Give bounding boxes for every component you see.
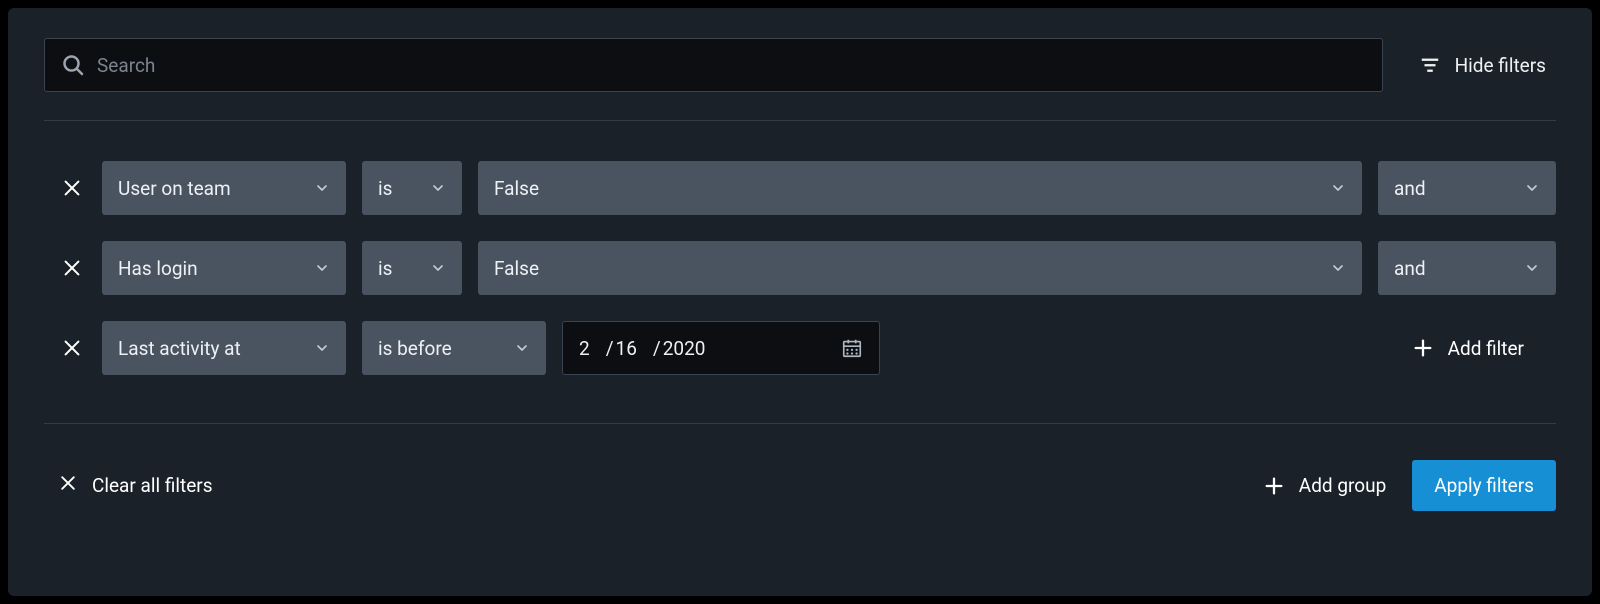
filter-join-select[interactable]: and [1378, 241, 1556, 295]
clear-all-filters-button[interactable]: Clear all filters [58, 473, 213, 498]
plus-icon [1412, 337, 1434, 359]
add-group-label: Add group [1299, 474, 1386, 497]
chevron-down-icon [314, 340, 330, 356]
filter-operator-select[interactable]: is [362, 241, 462, 295]
close-icon [61, 257, 83, 279]
chevron-down-icon [314, 180, 330, 196]
filter-value-label: False [494, 257, 539, 280]
filter-field-select[interactable]: Last activity at [102, 321, 346, 375]
hide-filters-button[interactable]: Hide filters [1419, 54, 1556, 77]
chevron-down-icon [514, 340, 530, 356]
calendar-icon[interactable] [841, 337, 863, 359]
date-year: 2020 [663, 337, 706, 360]
chevron-down-icon [1330, 180, 1346, 196]
filter-value-select[interactable]: False [478, 241, 1362, 295]
filter-operator-select[interactable]: is before [362, 321, 546, 375]
plus-icon [1263, 475, 1285, 497]
remove-filter-button[interactable] [58, 334, 86, 362]
divider [44, 120, 1556, 121]
search-icon [61, 53, 85, 77]
search-field-wrap[interactable] [44, 38, 1383, 92]
filter-join-label: and [1394, 177, 1426, 200]
filter-value-select[interactable]: False [478, 161, 1362, 215]
filter-field-label: Has login [118, 257, 198, 280]
filter-operator-label: is [378, 257, 392, 280]
filter-field-select[interactable]: Has login [102, 241, 346, 295]
filter-field-label: Last activity at [118, 337, 241, 360]
filter-panel: Hide filters User on team is False and [8, 8, 1592, 596]
date-month: 2 [579, 337, 604, 360]
filter-operator-label: is before [378, 337, 452, 360]
filter-date-input[interactable]: 2 /16 /2020 [562, 321, 880, 375]
filter-row: User on team is False and [58, 161, 1556, 215]
clear-all-label: Clear all filters [92, 474, 213, 497]
filter-join-select[interactable]: and [1378, 161, 1556, 215]
date-value: 2 /16 /2020 [579, 337, 705, 360]
add-group-button[interactable]: Add group [1263, 474, 1386, 497]
close-icon [58, 473, 78, 498]
close-icon [61, 337, 83, 359]
search-input[interactable] [97, 54, 1366, 77]
remove-filter-button[interactable] [58, 174, 86, 202]
hide-filters-label: Hide filters [1455, 54, 1546, 77]
filters-list: User on team is False and Has login [44, 161, 1556, 375]
add-filter-label: Add filter [1448, 337, 1524, 360]
filter-icon [1419, 54, 1441, 76]
filter-field-label: User on team [118, 177, 231, 200]
apply-filters-button[interactable]: Apply filters [1412, 460, 1556, 511]
footer-actions: Add group Apply filters [1263, 460, 1556, 511]
close-icon [61, 177, 83, 199]
filter-operator-label: is [378, 177, 392, 200]
apply-filters-label: Apply filters [1434, 474, 1534, 497]
filter-field-select[interactable]: User on team [102, 161, 346, 215]
top-row: Hide filters [44, 38, 1556, 92]
filter-value-label: False [494, 177, 539, 200]
add-filter-button[interactable]: Add filter [1412, 337, 1556, 360]
chevron-down-icon [1524, 180, 1540, 196]
filter-row: Has login is False and [58, 241, 1556, 295]
chevron-down-icon [430, 180, 446, 196]
filter-operator-select[interactable]: is [362, 161, 462, 215]
chevron-down-icon [314, 260, 330, 276]
footer: Clear all filters Add group Apply filter… [44, 424, 1556, 511]
chevron-down-icon [430, 260, 446, 276]
chevron-down-icon [1330, 260, 1346, 276]
filter-row: Last activity at is before 2 /16 /2020 [58, 321, 1556, 375]
chevron-down-icon [1524, 260, 1540, 276]
remove-filter-button[interactable] [58, 254, 86, 282]
date-day: 16 [616, 337, 651, 360]
filter-join-label: and [1394, 257, 1426, 280]
